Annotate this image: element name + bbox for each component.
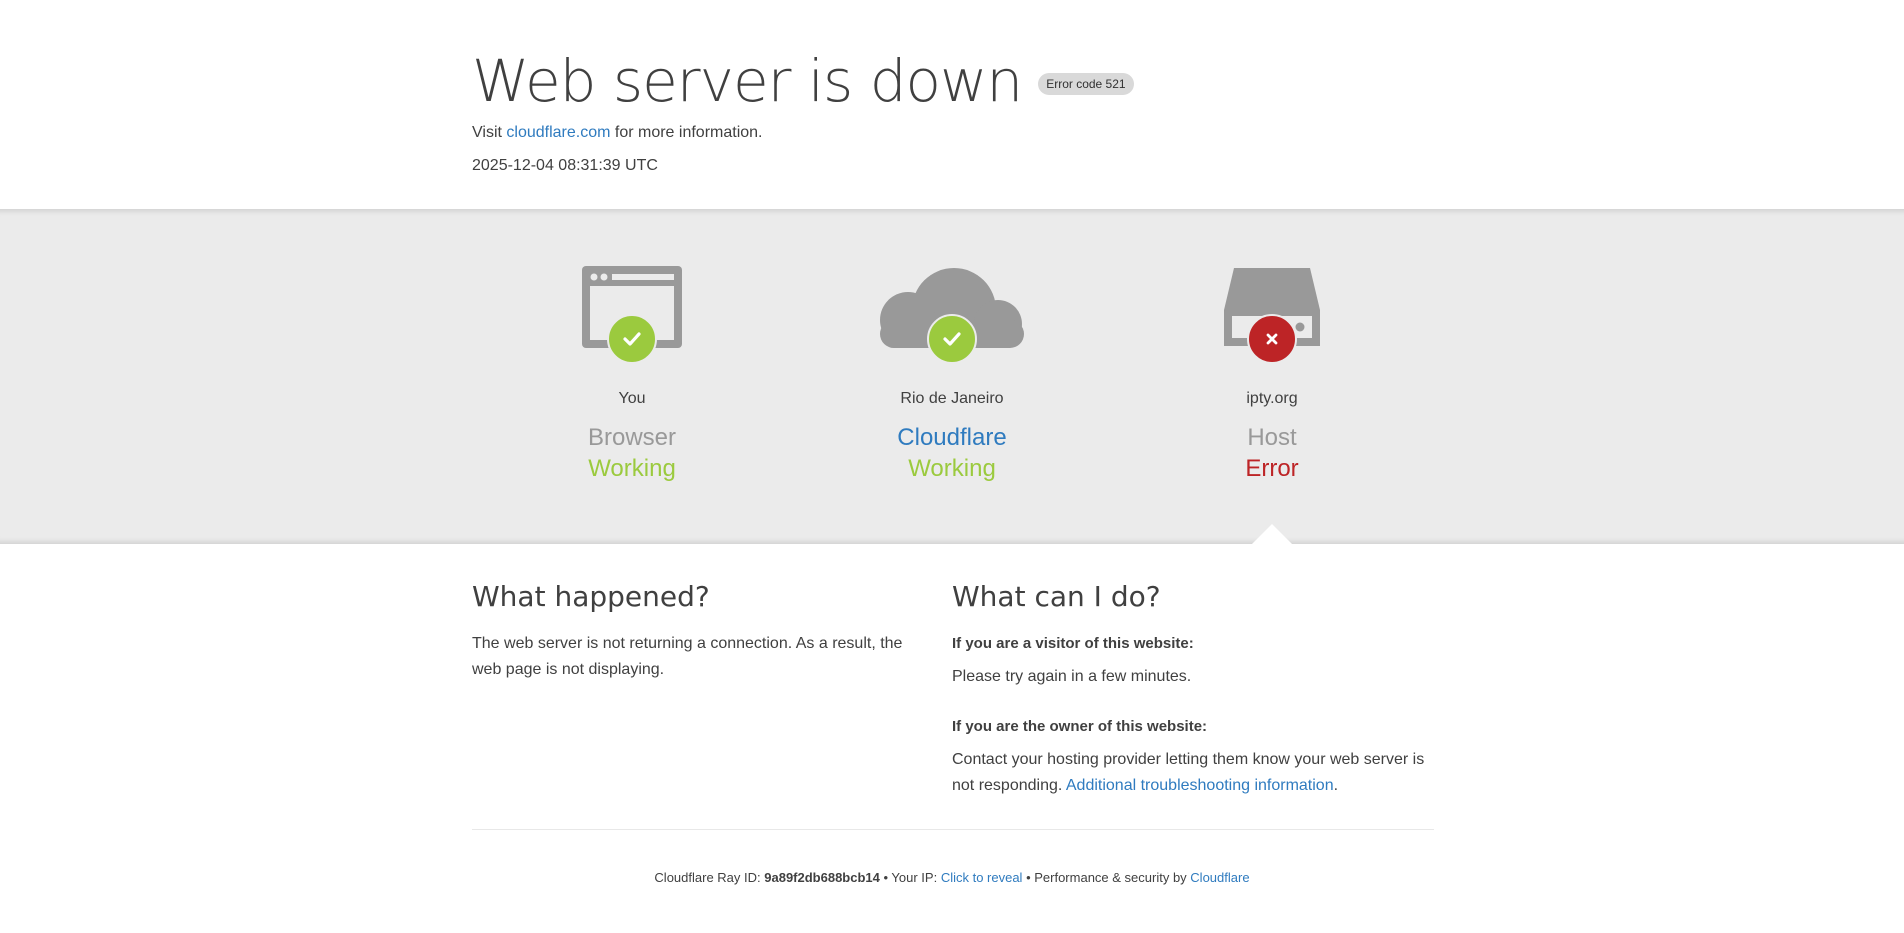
what-happened-heading: What happened? [472, 580, 710, 613]
divider [472, 829, 1434, 830]
check-icon [623, 332, 641, 346]
node-location: Rio de Janeiro [900, 390, 1004, 407]
node-state: Working [588, 455, 676, 482]
check-icon [943, 332, 961, 346]
error-code-badge: Error code 521 [1038, 73, 1134, 95]
ip-label: Your IP: [891, 870, 941, 885]
error-badge [1247, 314, 1297, 364]
owner-body-paragraph: Contact your hosting provider letting th… [952, 747, 1434, 799]
cloudflare-link[interactable]: cloudflare.com [506, 124, 610, 141]
success-badge [927, 314, 977, 364]
node-location: ipty.org [1246, 390, 1298, 407]
what-happened-body: The web server is not returning a connec… [472, 635, 903, 678]
visit-suffix: for more information. [610, 124, 763, 141]
node-kind: Host [1247, 424, 1297, 451]
close-icon [1266, 333, 1278, 345]
owner-suffix: . [1333, 777, 1339, 794]
troubleshooting-link[interactable]: Additional troubleshooting information [1066, 777, 1334, 794]
page-title: Web server is down [472, 47, 1023, 115]
node-state: Working [908, 455, 996, 482]
node-state: Error [1245, 455, 1299, 482]
timestamp: 2025-12-04 08:31:39 UTC [472, 157, 658, 174]
success-badge [607, 314, 657, 364]
visit-prefix: Visit [472, 124, 507, 141]
separator: • [879, 870, 892, 885]
visitor-body: Please try again in a few minutes. [952, 668, 1192, 685]
ray-id: 9a89f2db688bcb14 [764, 870, 880, 885]
separator: • [1022, 870, 1035, 885]
node-kind: Cloudflare [897, 424, 1007, 451]
ray-label: Cloudflare Ray ID: [654, 870, 765, 885]
performance-label: Performance & security by [1034, 870, 1191, 885]
status-node-browser: You Browser Working [512, 209, 752, 482]
header: Web server is down Error code 521 Visit … [0, 0, 1904, 209]
active-node-pointer [1252, 524, 1292, 544]
footer: Cloudflare Ray ID: 9a89f2db688bcb14 • Yo… [0, 870, 1904, 885]
node-location: You [618, 390, 646, 407]
node-kind: Browser [587, 424, 677, 451]
status-band: You Browser Working Rio de Janeiro Cloud… [0, 209, 1904, 544]
footer-cloudflare-link[interactable]: Cloudflare [1190, 870, 1249, 885]
content: What happened? The web server is not ret… [472, 544, 1434, 830]
owner-heading: If you are the owner of this website: [952, 718, 1208, 735]
visitor-heading: If you are a visitor of this website: [952, 635, 1194, 652]
reveal-ip-button[interactable]: Click to reveal [941, 870, 1023, 885]
what-can-i-do-heading: What can I do? [952, 580, 1161, 613]
status-node-host: ipty.org Host Error [1152, 209, 1392, 482]
visit-line: Visit cloudflare.com for more informatio… [472, 124, 763, 142]
status-node-cloudflare: Rio de Janeiro Cloudflare Working [832, 209, 1072, 482]
title-row: Web server is down Error code 521 [472, 46, 1134, 116]
